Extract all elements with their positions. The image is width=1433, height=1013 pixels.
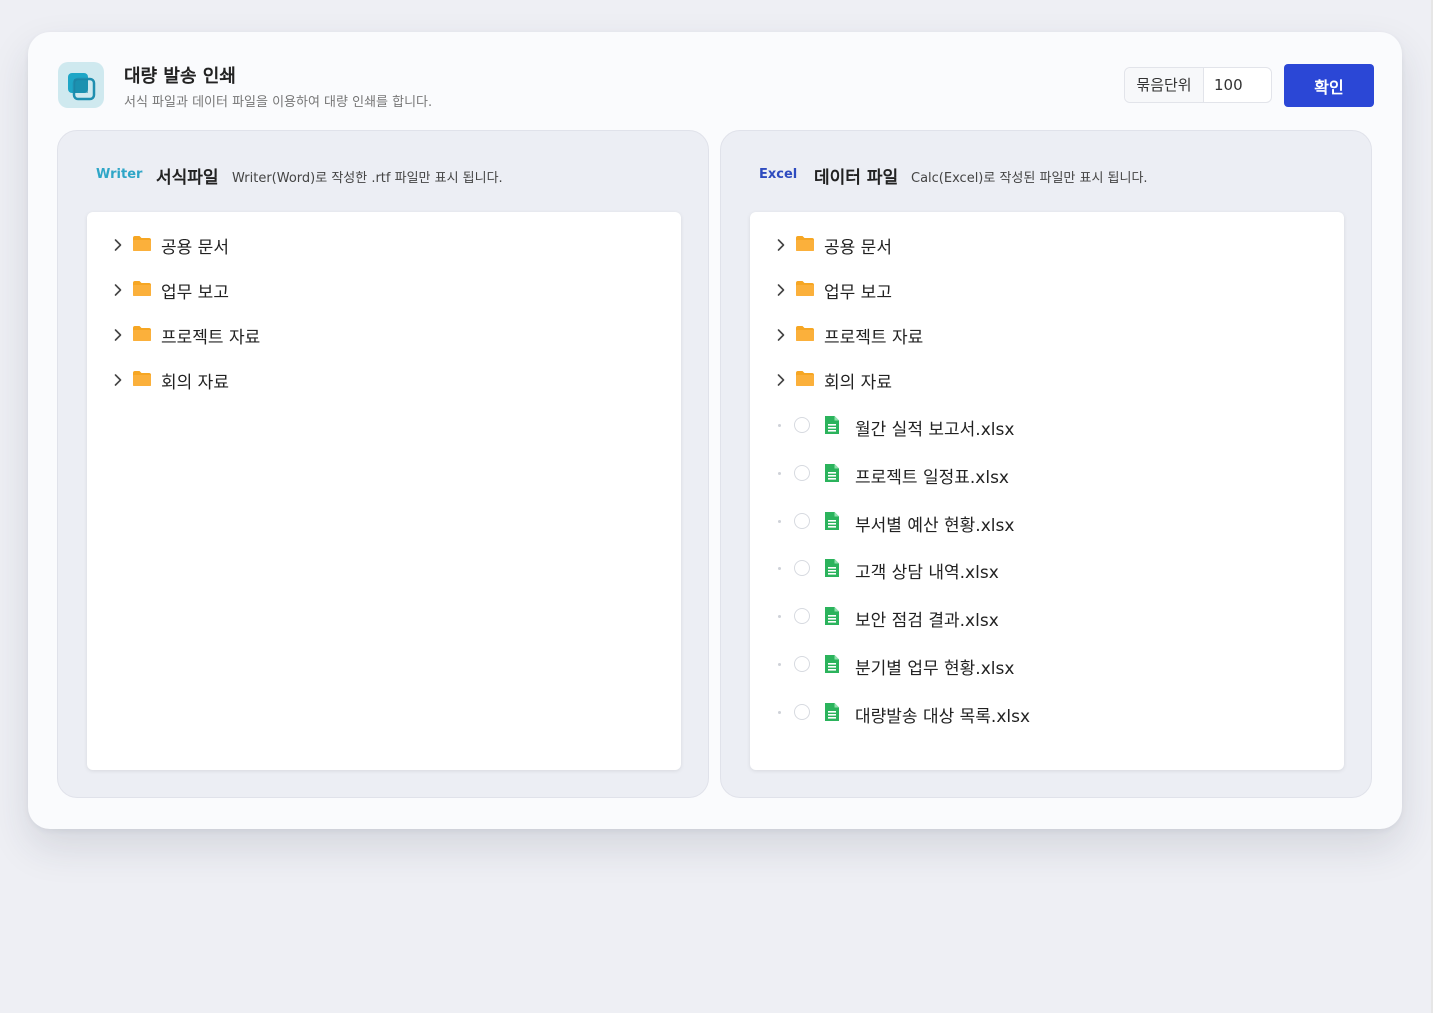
folder-row[interactable]: 회의 자료 xyxy=(750,361,1344,397)
bundle-unit-label: 묶음단위 xyxy=(1125,68,1204,102)
template-panel-header: Writer 서식파일 Writer(Word)로 작성한 .rtf 파일만 표… xyxy=(58,163,708,188)
tree-dot xyxy=(778,519,781,523)
dialog-title: 대량 발송 인쇄 xyxy=(124,66,236,87)
folder-icon xyxy=(132,280,152,297)
folder-icon xyxy=(132,370,152,387)
file-row[interactable]: 보안 점검 결과.xlsx xyxy=(750,599,1344,635)
chevron-right-icon[interactable] xyxy=(774,282,788,296)
folder-row[interactable]: 공용 문서 xyxy=(87,226,681,262)
data-panel-description: Calc(Excel)로 작성된 파일만 표시 됩니다. xyxy=(911,171,1148,186)
file-row[interactable]: 대량발송 대상 목록.xlsx xyxy=(750,695,1344,731)
data-panel-title: 데이터 파일 xyxy=(814,168,899,188)
chevron-right-icon[interactable] xyxy=(774,327,788,341)
template-panel-description: Writer(Word)로 작성한 .rtf 파일만 표시 됩니다. xyxy=(232,171,503,186)
folder-row[interactable]: 프로젝트 자료 xyxy=(750,316,1344,352)
tree-dot xyxy=(778,471,781,475)
dialog-header: 대량 발송 인쇄 서식 파일과 데이터 파일을 이용하여 대량 인쇄를 합니다.… xyxy=(28,32,1402,130)
folder-icon xyxy=(795,280,815,297)
folder-icon xyxy=(132,325,152,342)
spreadsheet-file-icon xyxy=(824,558,840,578)
chevron-right-icon[interactable] xyxy=(111,372,125,386)
excel-tag: Excel xyxy=(759,167,798,182)
spreadsheet-file-icon xyxy=(824,654,840,674)
tree-dot xyxy=(778,615,781,619)
file-label: 부서별 예산 현황.xlsx xyxy=(855,515,1015,536)
folder-label: 업무 보고 xyxy=(824,283,892,303)
folder-label: 공용 문서 xyxy=(824,238,892,258)
tree-dot xyxy=(778,710,781,714)
tree-dot xyxy=(778,424,781,427)
file-label: 대량발송 대상 목록.xlsx xyxy=(855,706,1031,727)
spreadsheet-file-icon xyxy=(824,463,840,483)
spreadsheet-file-icon xyxy=(824,606,840,626)
folder-label: 회의 자료 xyxy=(824,373,892,393)
chevron-right-icon[interactable] xyxy=(111,237,125,251)
bulk-print-dialog: 대량 발송 인쇄 서식 파일과 데이터 파일을 이용하여 대량 인쇄를 합니다.… xyxy=(28,32,1402,829)
spreadsheet-file-icon xyxy=(824,702,840,722)
copy-layers-icon xyxy=(58,62,104,108)
spreadsheet-file-icon xyxy=(824,511,840,531)
file-radio[interactable] xyxy=(794,608,810,625)
file-radio[interactable] xyxy=(794,512,810,529)
chevron-right-icon[interactable] xyxy=(774,237,788,251)
folder-label: 공용 문서 xyxy=(161,238,229,258)
folder-label: 프로젝트 자료 xyxy=(824,328,924,348)
file-label: 분기별 업무 현황.xlsx xyxy=(855,659,1015,679)
file-row[interactable]: 고객 상담 내역.xlsx xyxy=(750,551,1344,587)
writer-tag: Writer xyxy=(96,167,143,182)
folder-row[interactable]: 프로젝트 자료 xyxy=(87,316,681,352)
file-label: 보안 점검 결과.xlsx xyxy=(855,611,999,632)
template-file-tree: 공용 문서업무 보고프로젝트 자료회의 자료 xyxy=(87,212,681,770)
folder-label: 회의 자료 xyxy=(161,373,229,393)
data-file-panel: Excel 데이터 파일 Calc(Excel)로 작성된 파일만 표시 됩니다… xyxy=(720,130,1372,798)
tree-dot xyxy=(778,567,781,571)
folder-icon xyxy=(132,235,152,252)
chevron-right-icon[interactable] xyxy=(774,372,788,386)
tree-dot xyxy=(778,663,781,666)
folder-row[interactable]: 회의 자료 xyxy=(87,361,681,397)
dialog-subtitle: 서식 파일과 데이터 파일을 이용하여 대량 인쇄를 합니다. xyxy=(124,95,433,110)
data-file-tree: 공용 문서업무 보고프로젝트 자료회의 자료월간 실적 보고서.xlsx 프로젝트… xyxy=(750,212,1344,770)
chevron-right-icon[interactable] xyxy=(111,282,125,296)
file-radio[interactable] xyxy=(794,656,810,672)
file-radio[interactable] xyxy=(794,417,810,433)
spreadsheet-file-icon xyxy=(824,415,840,435)
file-radio[interactable] xyxy=(794,703,810,720)
file-label: 월간 실적 보고서.xlsx xyxy=(855,420,1015,440)
file-label: 프로젝트 일정표.xlsx xyxy=(855,467,1009,488)
folder-row[interactable]: 업무 보고 xyxy=(750,271,1344,307)
folder-label: 업무 보고 xyxy=(161,283,229,303)
template-file-panel: Writer 서식파일 Writer(Word)로 작성한 .rtf 파일만 표… xyxy=(57,130,709,798)
folder-icon xyxy=(795,370,815,387)
folder-icon xyxy=(795,325,815,342)
bundle-unit-field: 묶음단위 xyxy=(1124,67,1272,103)
folder-label: 프로젝트 자료 xyxy=(161,328,261,348)
file-row[interactable]: 분기별 업무 현황.xlsx xyxy=(750,647,1344,683)
file-row[interactable]: 부서별 예산 현황.xlsx xyxy=(750,504,1344,540)
file-row[interactable]: 월간 실적 보고서.xlsx xyxy=(750,408,1344,444)
folder-row[interactable]: 업무 보고 xyxy=(87,271,681,307)
file-row[interactable]: 프로젝트 일정표.xlsx xyxy=(750,456,1344,492)
file-radio[interactable] xyxy=(794,560,810,577)
template-panel-title: 서식파일 xyxy=(156,168,219,188)
confirm-button[interactable]: 확인 xyxy=(1284,64,1374,107)
file-radio[interactable] xyxy=(794,464,810,481)
file-label: 고객 상담 내역.xlsx xyxy=(855,563,999,584)
folder-icon xyxy=(795,235,815,252)
data-panel-header: Excel 데이터 파일 Calc(Excel)로 작성된 파일만 표시 됩니다… xyxy=(721,163,1371,188)
chevron-right-icon[interactable] xyxy=(111,327,125,341)
bundle-unit-input[interactable] xyxy=(1204,68,1270,102)
folder-row[interactable]: 공용 문서 xyxy=(750,226,1344,262)
